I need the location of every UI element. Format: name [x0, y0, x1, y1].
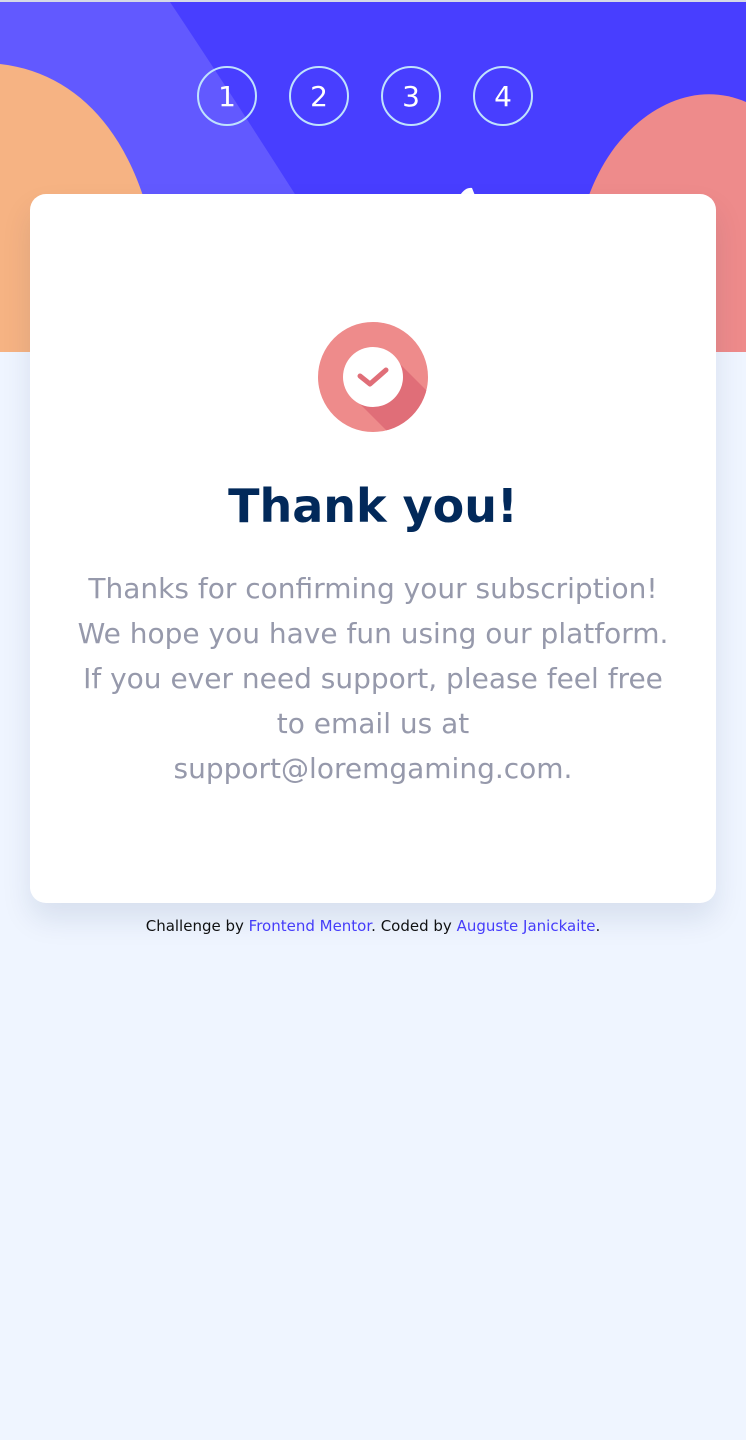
- attribution-footer: Challenge by Frontend Mentor. Coded by A…: [0, 917, 746, 935]
- step-4-button[interactable]: 4: [473, 66, 533, 126]
- attribution-prefix: Challenge by: [145, 917, 249, 935]
- step-2-button[interactable]: 2: [289, 66, 349, 126]
- thank-you-heading: Thank you!: [228, 479, 518, 533]
- confirmation-card: Thank you! Thanks for confirming your su…: [30, 194, 716, 903]
- step-1-button[interactable]: 1: [197, 66, 257, 126]
- check-circle-icon: [318, 322, 428, 432]
- author-link[interactable]: Auguste Janickaite: [457, 917, 596, 935]
- frontend-mentor-link[interactable]: Frontend Mentor: [249, 917, 372, 935]
- step-indicator: 1 2 3 4: [197, 66, 533, 126]
- attribution-suffix: .: [595, 917, 601, 935]
- top-border: [0, 0, 746, 2]
- confirmation-message: Thanks for confirming your subscription!…: [77, 572, 669, 785]
- step-3-button[interactable]: 3: [381, 66, 441, 126]
- attribution-coded-prefix: . Coded by: [371, 917, 457, 935]
